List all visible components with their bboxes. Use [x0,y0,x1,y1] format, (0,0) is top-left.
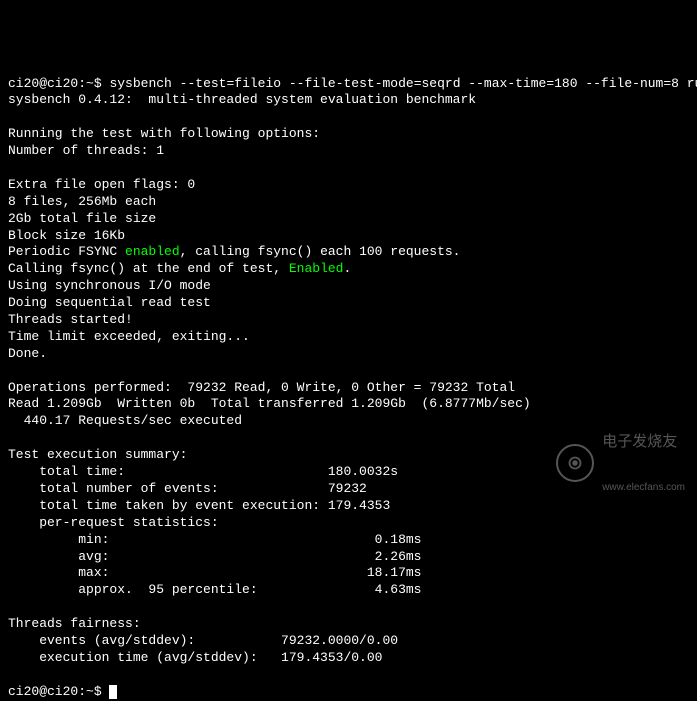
read-written: Read 1.209Gb Written 0b Total transferre… [8,396,531,411]
total-size: 2Gb total file size [8,211,156,226]
prompt-path: ~ [86,76,94,91]
files-line: 8 files, 256Mb each [8,194,156,209]
seq-read: Doing sequential read test [8,295,211,310]
fairness-header: Threads fairness: [8,616,141,631]
sync-mode: Using synchronous I/O mode [8,278,211,293]
watermark-title: 电子发烧友 [602,433,685,451]
ops-performed: Operations performed: 79232 Read, 0 Writ… [8,380,515,395]
req-sec: 440.17 Requests/sec executed [8,413,242,428]
total-time: total time: 180.0032s [8,464,398,479]
shell-prompt: ci20@ci20:~$ [8,76,109,91]
stat-max: max: 18.17ms [8,565,421,580]
version-line: sysbench 0.4.12: multi-threaded system e… [8,92,476,107]
watermark-logo-icon [556,444,594,482]
threads-started: Threads started! [8,312,133,327]
time-by-exec: total time taken by event execution: 179… [8,498,390,513]
enabled-text: enabled [125,244,180,259]
watermark: 电子发烧友 www.elecfans.com [556,401,685,525]
total-events: total number of events: 79232 [8,481,367,496]
fsync-line: Periodic FSYNC enabled, calling fsync() … [8,244,461,259]
fsync-end-line: Calling fsync() at the end of test, Enab… [8,261,351,276]
prompt-path: ~ [86,684,94,699]
events-avg: events (avg/stddev): 79232.0000/0.00 [8,633,398,648]
enabled-text: Enabled [289,261,344,276]
time-limit: Time limit exceeded, exiting... [8,329,250,344]
per-req: per-request statistics: [8,515,219,530]
terminal-output: ci20@ci20:~$ sysbench --test=fileio --fi… [8,76,697,699]
stat-avg: avg: 2.26ms [8,549,421,564]
options-header: Running the test with following options: [8,126,320,141]
command-text: sysbench --test=fileio --file-test-mode=… [109,76,697,91]
stat-min: min: 0.18ms [8,532,421,547]
watermark-text: 电子发烧友 www.elecfans.com [602,401,685,525]
stat-pct: approx. 95 percentile: 4.63ms [8,582,421,597]
threads-line: Number of threads: 1 [8,143,164,158]
summary-header: Test execution summary: [8,447,187,462]
extra-flags: Extra file open flags: 0 [8,177,195,192]
prompt-user: ci20@ci20 [8,684,78,699]
prompt-user: ci20@ci20 [8,76,78,91]
exec-time-avg: execution time (avg/stddev): 179.4353/0.… [8,650,382,665]
done: Done. [8,346,47,361]
watermark-url: www.elecfans.com [602,482,685,494]
shell-prompt[interactable]: ci20@ci20:~$ [8,684,109,699]
block-size: Block size 16Kb [8,228,125,243]
terminal-cursor[interactable] [109,685,117,699]
